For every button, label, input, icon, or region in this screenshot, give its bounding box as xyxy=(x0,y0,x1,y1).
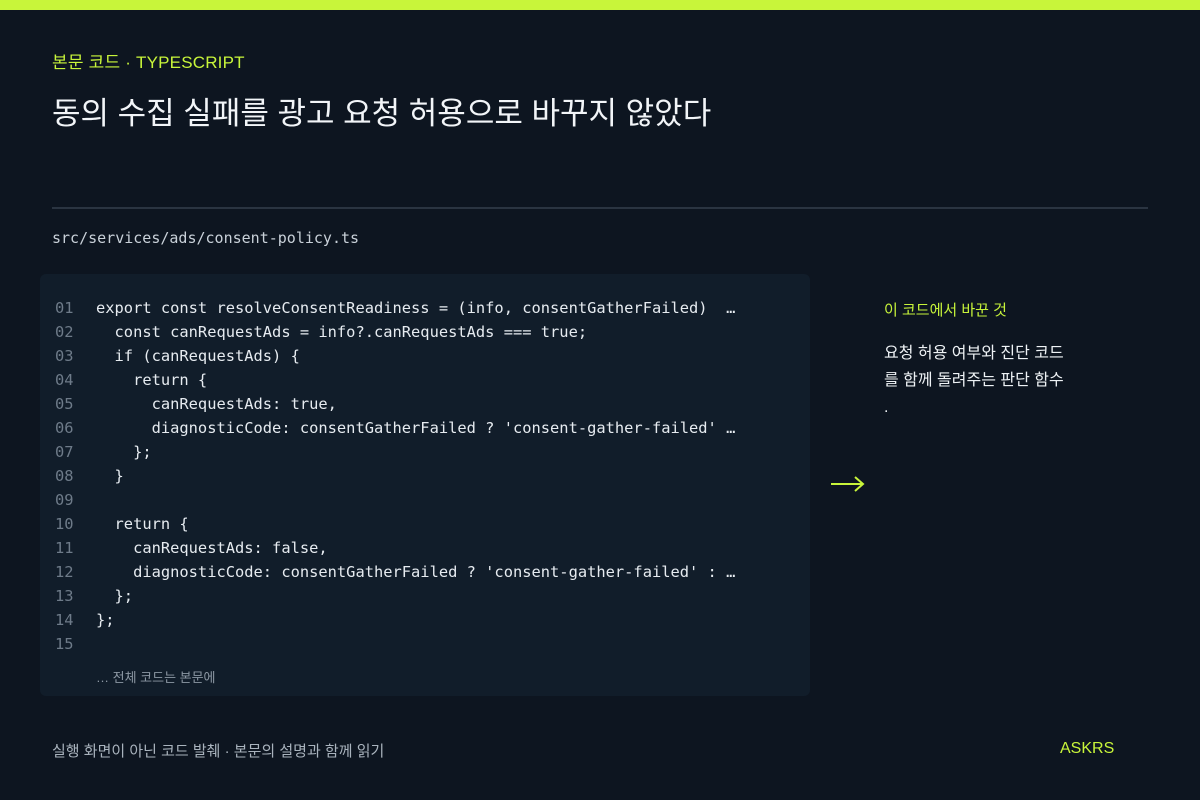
code-text: }; xyxy=(96,611,115,629)
page-title: 동의 수집 실패를 광고 요청 허용으로 바꾸지 않았다 xyxy=(52,96,712,131)
code-lines: 01 export const resolveConsentReadiness =… xyxy=(40,296,810,656)
line-number: 05 xyxy=(55,395,74,413)
footer-note: 실행 화면이 아닌 코드 발췌 · 본문의 설명과 함께 읽기 xyxy=(52,743,385,760)
brand-logo: ASKRS xyxy=(1060,740,1115,757)
description-line: . xyxy=(884,399,889,416)
code-text: if (canRequestAds) { xyxy=(96,347,300,365)
line-number: 15 xyxy=(55,635,74,653)
code-line: 12 diagnosticCode: consentGatherFailed ?… xyxy=(40,560,810,584)
code-text: const canRequestAds = info?.canRequestAd… xyxy=(96,323,588,341)
code-panel: 01 export const resolveConsentReadiness =… xyxy=(40,274,810,696)
code-line: 13 }; xyxy=(40,584,810,608)
line-number: 09 xyxy=(55,491,74,509)
line-number: 08 xyxy=(55,467,74,485)
code-line: 01 export const resolveConsentReadiness =… xyxy=(40,296,810,320)
top-accent-bar xyxy=(0,0,1200,10)
line-number: 01 xyxy=(55,299,74,317)
code-line: 03 if (canRequestAds) { xyxy=(40,344,810,368)
description-line: 를 함께 돌려주는 판단 함수 xyxy=(884,372,1064,389)
divider xyxy=(52,207,1148,209)
code-line: 06 diagnosticCode: consentGatherFailed ?… xyxy=(40,416,810,440)
code-line: 07 }; xyxy=(40,440,810,464)
code-line: 10 return { xyxy=(40,512,810,536)
line-number: 14 xyxy=(55,611,74,629)
code-text: canRequestAds: false, xyxy=(96,539,328,557)
code-line: 02 const canRequestAds = info?.canReques… xyxy=(40,320,810,344)
more-code-note: … 전체 코드는 본문에 xyxy=(96,670,216,685)
line-number: 07 xyxy=(55,443,74,461)
line-number: 04 xyxy=(55,371,74,389)
line-number: 10 xyxy=(55,515,74,533)
arrow-right-icon xyxy=(831,476,865,492)
description-line: 요청 허용 여부와 진단 코드 xyxy=(884,345,1064,362)
code-text: export const resolveConsentReadiness = (… xyxy=(96,299,736,317)
line-number: 06 xyxy=(55,419,74,437)
code-line: 05 canRequestAds: true, xyxy=(40,392,810,416)
code-text: } xyxy=(96,467,124,485)
code-text: }; xyxy=(96,443,152,461)
code-line: 15 xyxy=(40,632,810,656)
line-number: 13 xyxy=(55,587,74,605)
line-number: 12 xyxy=(55,563,74,581)
code-line: 11 canRequestAds: false, xyxy=(40,536,810,560)
code-text: diagnosticCode: consentGatherFailed ? 'c… xyxy=(96,563,736,581)
code-line: 08 } xyxy=(40,464,810,488)
line-number: 02 xyxy=(55,323,74,341)
code-text: canRequestAds: true, xyxy=(96,395,337,413)
code-line: 14}; xyxy=(40,608,810,632)
line-number: 11 xyxy=(55,539,74,557)
code-text: }; xyxy=(96,587,134,605)
eyebrow-label: 본문 코드 · TYPESCRIPT xyxy=(52,53,245,72)
file-path: src/services/ads/consent-policy.ts xyxy=(52,229,360,247)
change-summary-description: 요청 허용 여부와 진단 코드 를 함께 돌려주는 판단 함수 . xyxy=(884,340,1084,421)
change-summary-label: 이 코드에서 바꾼 것 xyxy=(884,302,1007,319)
line-number: 03 xyxy=(55,347,74,365)
code-text: diagnosticCode: consentGatherFailed ? 'c… xyxy=(96,419,736,437)
code-text: return { xyxy=(96,371,208,389)
code-line: 09 xyxy=(40,488,810,512)
code-line: 04 return { xyxy=(40,368,810,392)
code-text: return { xyxy=(96,515,189,533)
